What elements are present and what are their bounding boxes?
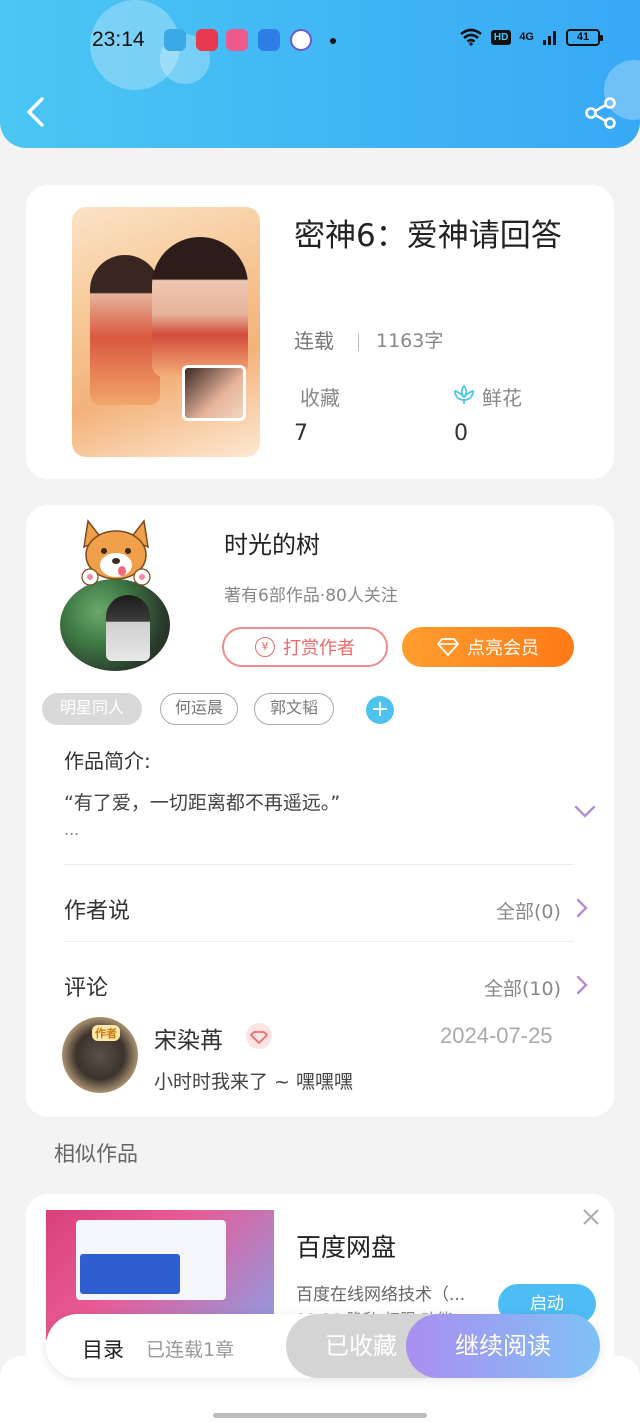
book-title: 密神6：爱神请回答 <box>294 218 562 254</box>
status-indicators: HD 4G 41 <box>459 28 603 46</box>
author-avatar <box>60 579 170 671</box>
book-info-card: 密神6：爱神请回答 连载 1163字 收藏 7 鲜花 0 <box>26 185 614 479</box>
flower-icon <box>454 384 474 404</box>
app-notification-icon <box>290 29 312 51</box>
signal-icon <box>543 31 556 45</box>
toc-button[interactable]: 目录 <box>82 1334 124 1364</box>
flowers-count: 0 <box>454 421 468 446</box>
back-button[interactable] <box>20 94 56 130</box>
similar-works-title: 相似作品 <box>54 1142 138 1166</box>
comment-date: 2024-07-25 <box>440 1023 553 1048</box>
expand-intro-chevron-down-icon[interactable] <box>574 805 596 819</box>
yuan-coin-icon: ¥ <box>255 637 275 657</box>
tip-author-label: 打赏作者 <box>283 638 355 659</box>
author-name[interactable]: 时光的树 <box>224 525 320 560</box>
tag-item[interactable]: 郭文韬 <box>254 693 334 725</box>
home-indicator[interactable] <box>213 1413 427 1418</box>
vip-diamond-icon <box>246 1023 272 1049</box>
corgi-frame-icon <box>81 519 151 586</box>
status-time: 23:14 <box>92 28 145 51</box>
ad-developer: 百度在线网络技术（... <box>296 1285 466 1305</box>
divider <box>358 333 359 351</box>
add-tag-button[interactable]: + <box>366 696 394 724</box>
comments-title: 评论 <box>64 976 109 1001</box>
more-notifications-icon <box>330 38 336 44</box>
word-count: 1163字 <box>376 330 444 352</box>
qq-icon <box>164 29 186 51</box>
vivo-app-icon <box>226 29 248 51</box>
hd-badge: HD <box>490 29 512 45</box>
intro-text: “有了爱，一切距离都不再遥远。” <box>64 792 341 814</box>
ad-app-name: 百度网盘 <box>296 1233 397 1262</box>
close-icon[interactable] <box>582 1208 600 1226</box>
author-says-title: 作者说 <box>64 899 131 924</box>
bottom-action-bar: 目录 已连载1章 已收藏 继续阅读 <box>46 1314 600 1378</box>
battery-icon: 41 <box>566 28 603 46</box>
tag-category[interactable]: 明星同人 <box>42 693 142 725</box>
author-says-all-link[interactable]: 全部(0) <box>496 897 561 924</box>
book-cover[interactable] <box>72 207 260 457</box>
commenter-name[interactable]: 宋染苒 <box>154 1021 223 1055</box>
chevron-right-icon[interactable] <box>576 975 588 995</box>
intro-ellipsis: ... <box>64 820 80 839</box>
ad-banner-text <box>80 1254 180 1294</box>
comments-all-link[interactable]: 全部(10) <box>484 974 561 1001</box>
comment-text: 小时时我来了 ~ 嘿嘿嘿 <box>154 1071 353 1093</box>
flowers-label: 鲜花 <box>482 386 522 410</box>
author-meta: 著有6部作品·80人关注 <box>224 586 398 606</box>
author-badge: 作者 <box>92 1025 120 1041</box>
chevron-right-icon[interactable] <box>576 898 588 918</box>
tip-author-button[interactable]: ¥ 打赏作者 <box>222 627 388 667</box>
book-status: 连载 <box>294 329 334 353</box>
wifi-icon <box>460 28 482 46</box>
author-avatar-frame[interactable] <box>46 517 186 671</box>
header: 23:14 HD 4G 41 <box>0 0 640 148</box>
cover-figure <box>152 237 248 377</box>
divider <box>64 864 574 865</box>
cover-figure <box>90 255 160 405</box>
cover-inset-photo <box>182 365 246 421</box>
video-app-icon <box>196 29 218 51</box>
diamond-icon <box>437 638 459 656</box>
tag-item[interactable]: 何运晨 <box>160 693 238 725</box>
network-type: 4G <box>519 31 534 43</box>
favorites-label: 收藏 <box>300 386 340 410</box>
activate-vip-button[interactable]: 点亮会员 <box>402 627 574 667</box>
share-button[interactable] <box>584 96 618 130</box>
favorites-count: 7 <box>294 421 308 446</box>
divider <box>64 941 574 942</box>
serial-chapters: 已连载1章 <box>146 1339 235 1361</box>
author-card: 时光的树 著有6部作品·80人关注 ¥ 打赏作者 点亮会员 明星同人 何运晨 郭… <box>26 505 614 1117</box>
status-bar: 23:14 HD 4G 41 <box>0 20 640 60</box>
continue-reading-button[interactable]: 继续阅读 <box>406 1314 600 1378</box>
intro-title: 作品简介: <box>64 749 151 773</box>
activate-vip-label: 点亮会员 <box>467 638 539 659</box>
browser-app-icon <box>258 29 280 51</box>
